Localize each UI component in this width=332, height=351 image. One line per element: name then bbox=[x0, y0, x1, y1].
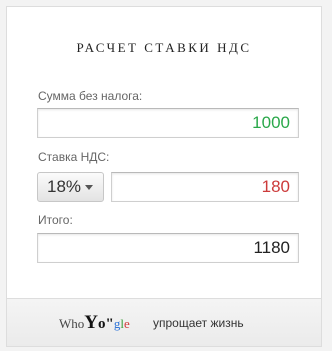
total-field[interactable]: 1180 bbox=[37, 233, 299, 263]
logo-who: Who bbox=[59, 316, 85, 331]
amount-label: Сумма без налога: bbox=[38, 89, 143, 103]
whoyougle-logo[interactable]: WhoYo"gle bbox=[59, 312, 130, 334]
chevron-down-icon bbox=[85, 185, 93, 190]
rate-select[interactable]: 18% bbox=[37, 172, 104, 202]
footer: WhoYo"gle упрощает жизнь bbox=[7, 298, 321, 346]
widget-title: РАСЧЕТ СТАВКИ НДС bbox=[76, 40, 252, 55]
logo-quote: " bbox=[105, 316, 114, 332]
footer-slogan: упрощает жизнь bbox=[153, 316, 244, 330]
tax-amount-field[interactable]: 180 bbox=[111, 172, 299, 202]
amount-input[interactable]: 1000 bbox=[37, 108, 299, 138]
rate-label: Ставка НДС: bbox=[38, 150, 110, 164]
rate-selected-value: 18% bbox=[47, 177, 82, 196]
logo-e: e bbox=[123, 316, 130, 331]
logo-o: o bbox=[98, 316, 106, 332]
logo-y: Y bbox=[84, 312, 99, 333]
vat-calculator-widget: РАСЧЕТ СТАВКИ НДС Сумма без налога: 1000… bbox=[6, 6, 322, 347]
total-label: Итого: bbox=[38, 213, 73, 227]
